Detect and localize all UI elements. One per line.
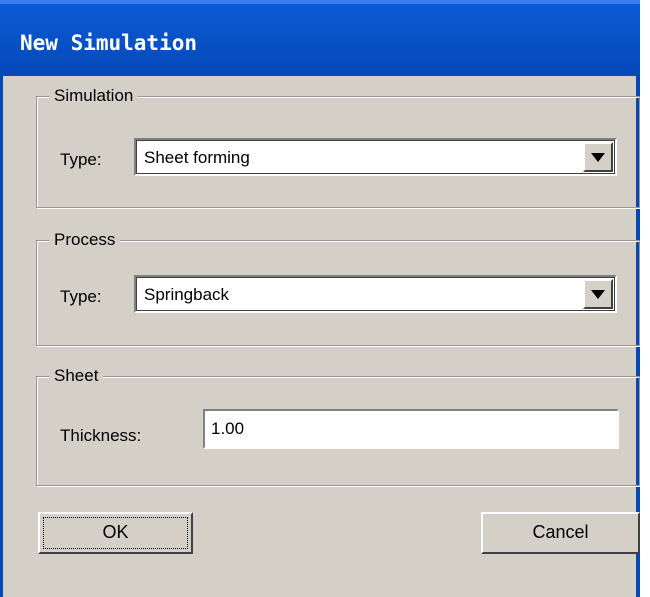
process-type-dropdown[interactable]: Springback <box>134 275 617 313</box>
chevron-down-icon <box>591 153 605 162</box>
thickness-label: Thickness: <box>60 426 142 445</box>
process-type-value: Springback <box>144 285 230 304</box>
process-group-legend: Process <box>49 230 121 250</box>
cancel-button[interactable]: Cancel <box>481 512 640 554</box>
process-type-dropdown-button[interactable] <box>583 279 613 309</box>
simulation-type-value: Sheet forming <box>144 148 250 167</box>
window-outside-area <box>640 0 650 597</box>
simulation-group-legend: Simulation <box>49 86 139 106</box>
new-simulation-dialog: New Simulation Simulation Type: Sheet fo… <box>0 0 650 597</box>
chevron-down-icon <box>591 290 605 299</box>
sheet-group-legend: Sheet <box>49 366 104 386</box>
title-bar[interactable]: New Simulation <box>0 0 640 80</box>
simulation-type-label: Type: <box>60 150 102 169</box>
thickness-input[interactable] <box>203 409 619 449</box>
ok-button[interactable]: OK <box>38 512 193 554</box>
dialog-client-area: Simulation Type: Sheet forming Process T… <box>3 76 640 597</box>
simulation-type-dropdown[interactable]: Sheet forming <box>134 138 617 176</box>
simulation-type-dropdown-button[interactable] <box>583 142 613 172</box>
window-title: New Simulation <box>20 31 198 55</box>
process-type-label: Type: <box>60 287 102 306</box>
